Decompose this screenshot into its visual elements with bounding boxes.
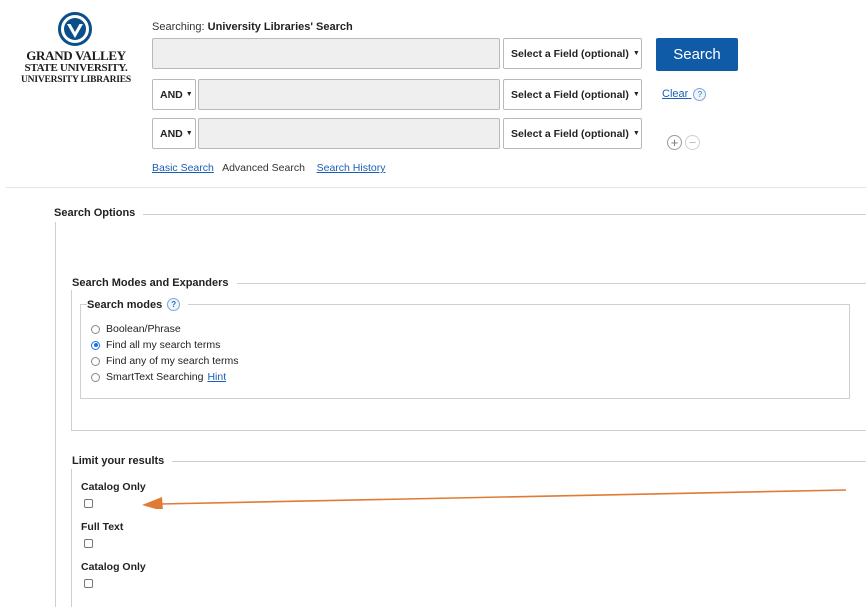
gvsu-logo-icon[interactable] [58,12,92,46]
caret-down-icon: ▼ [632,91,640,98]
field-select-1-label: Select a Field (optional) [511,47,629,60]
help-icon[interactable]: ? [693,88,707,101]
boolean-select-3[interactable]: AND ▼ [152,118,196,149]
search-modes-legend-wrap: Search modes ? [87,298,189,311]
boolean-select-2-label: AND [160,88,183,101]
logo-line-2: STATE UNIVERSITY. [24,62,128,74]
search-mode-links: Basic Search Advanced Search Search Hist… [152,162,385,174]
basic-search-link[interactable]: Basic Search [152,162,214,174]
mode-find-all[interactable]: Find all my search terms [91,337,238,353]
search-modes-legend: Search modes [87,298,163,311]
clear-link-wrap: Clear ? [662,88,707,101]
limit-catalog-only-2-checkbox[interactable] [84,579,93,588]
limits-border-left [71,469,72,607]
mode-find-any[interactable]: Find any of my search terms [91,353,238,369]
searching-target: University Libraries' Search [207,21,353,33]
field-select-3[interactable]: Select a Field (optional) ▼ [503,118,642,149]
gvsu-logo-wordmark[interactable]: GRAND VALLEY STATE UNIVERSITY. UNIVERSIT… [14,49,138,86]
advanced-search-current: Advanced Search [222,162,305,174]
modes-expanders-legend: Search Modes and Expanders [72,277,237,289]
mode-label: Boolean/Phrase [106,323,181,335]
search-modes-list: Boolean/Phrase Find all my search terms … [91,321,238,385]
search-options-legend: Search Options [54,207,144,219]
logo-line-1: GRAND VALLEY [26,48,126,63]
mode-boolean-phrase[interactable]: Boolean/Phrase [91,321,238,337]
limit-catalog-only-2-label: Catalog Only [81,561,146,573]
hint-link[interactable]: Hint [207,371,226,383]
search-options-border-top [140,214,866,215]
mode-smarttext[interactable]: SmartText Searching Hint [91,369,238,385]
caret-down-icon: ▼ [185,91,193,98]
radio-smarttext[interactable] [91,372,100,382]
searching-label: Searching: University Libraries' Search [152,21,353,33]
annotation-arrow-icon [142,489,847,509]
search-term-input-1[interactable] [152,38,500,69]
field-select-1[interactable]: Select a Field (optional) ▼ [503,38,642,69]
header-divider [6,187,866,188]
field-select-2[interactable]: Select a Field (optional) ▼ [503,79,642,110]
boolean-select-2[interactable]: AND ▼ [152,79,196,110]
search-term-input-2[interactable] [198,79,500,110]
search-options-border-left [55,222,56,607]
remove-row-icon[interactable]: − [685,135,700,150]
logo-line-3: UNIVERSITY LIBRARIES [21,75,131,85]
search-button[interactable]: Search [656,38,738,71]
limit-catalog-only-label: Catalog Only [81,481,146,493]
mode-label: Find any of my search terms [106,355,239,367]
limits-border-top [170,461,866,462]
mode-label: SmartText Searching [106,371,204,383]
boolean-select-3-label: AND [160,127,183,140]
radio-boolean-phrase[interactable] [91,324,100,334]
clear-link[interactable]: Clear [662,88,688,100]
search-term-input-3[interactable] [198,118,500,149]
mode-label: Find all my search terms [106,339,221,351]
limits-legend: Limit your results [72,455,173,467]
modes-expanders-border-bottom [71,430,866,431]
caret-down-icon: ▼ [632,50,640,57]
add-row-icon[interactable]: + [667,135,682,150]
limit-full-text-label: Full Text [81,521,124,533]
field-select-2-label: Select a Field (optional) [511,88,629,101]
searching-prefix: Searching: [152,21,205,33]
search-history-link[interactable]: Search History [317,162,386,174]
radio-find-any[interactable] [91,356,100,366]
caret-down-icon: ▼ [632,130,640,137]
caret-down-icon: ▼ [185,130,193,137]
modes-expanders-border-top [236,283,866,284]
field-select-3-label: Select a Field (optional) [511,127,629,140]
modes-expanders-border-left [71,290,72,430]
help-icon[interactable]: ? [167,298,181,311]
radio-find-all[interactable] [91,340,100,350]
limit-full-text-checkbox[interactable] [84,539,93,548]
limit-catalog-only-checkbox[interactable] [84,499,93,508]
